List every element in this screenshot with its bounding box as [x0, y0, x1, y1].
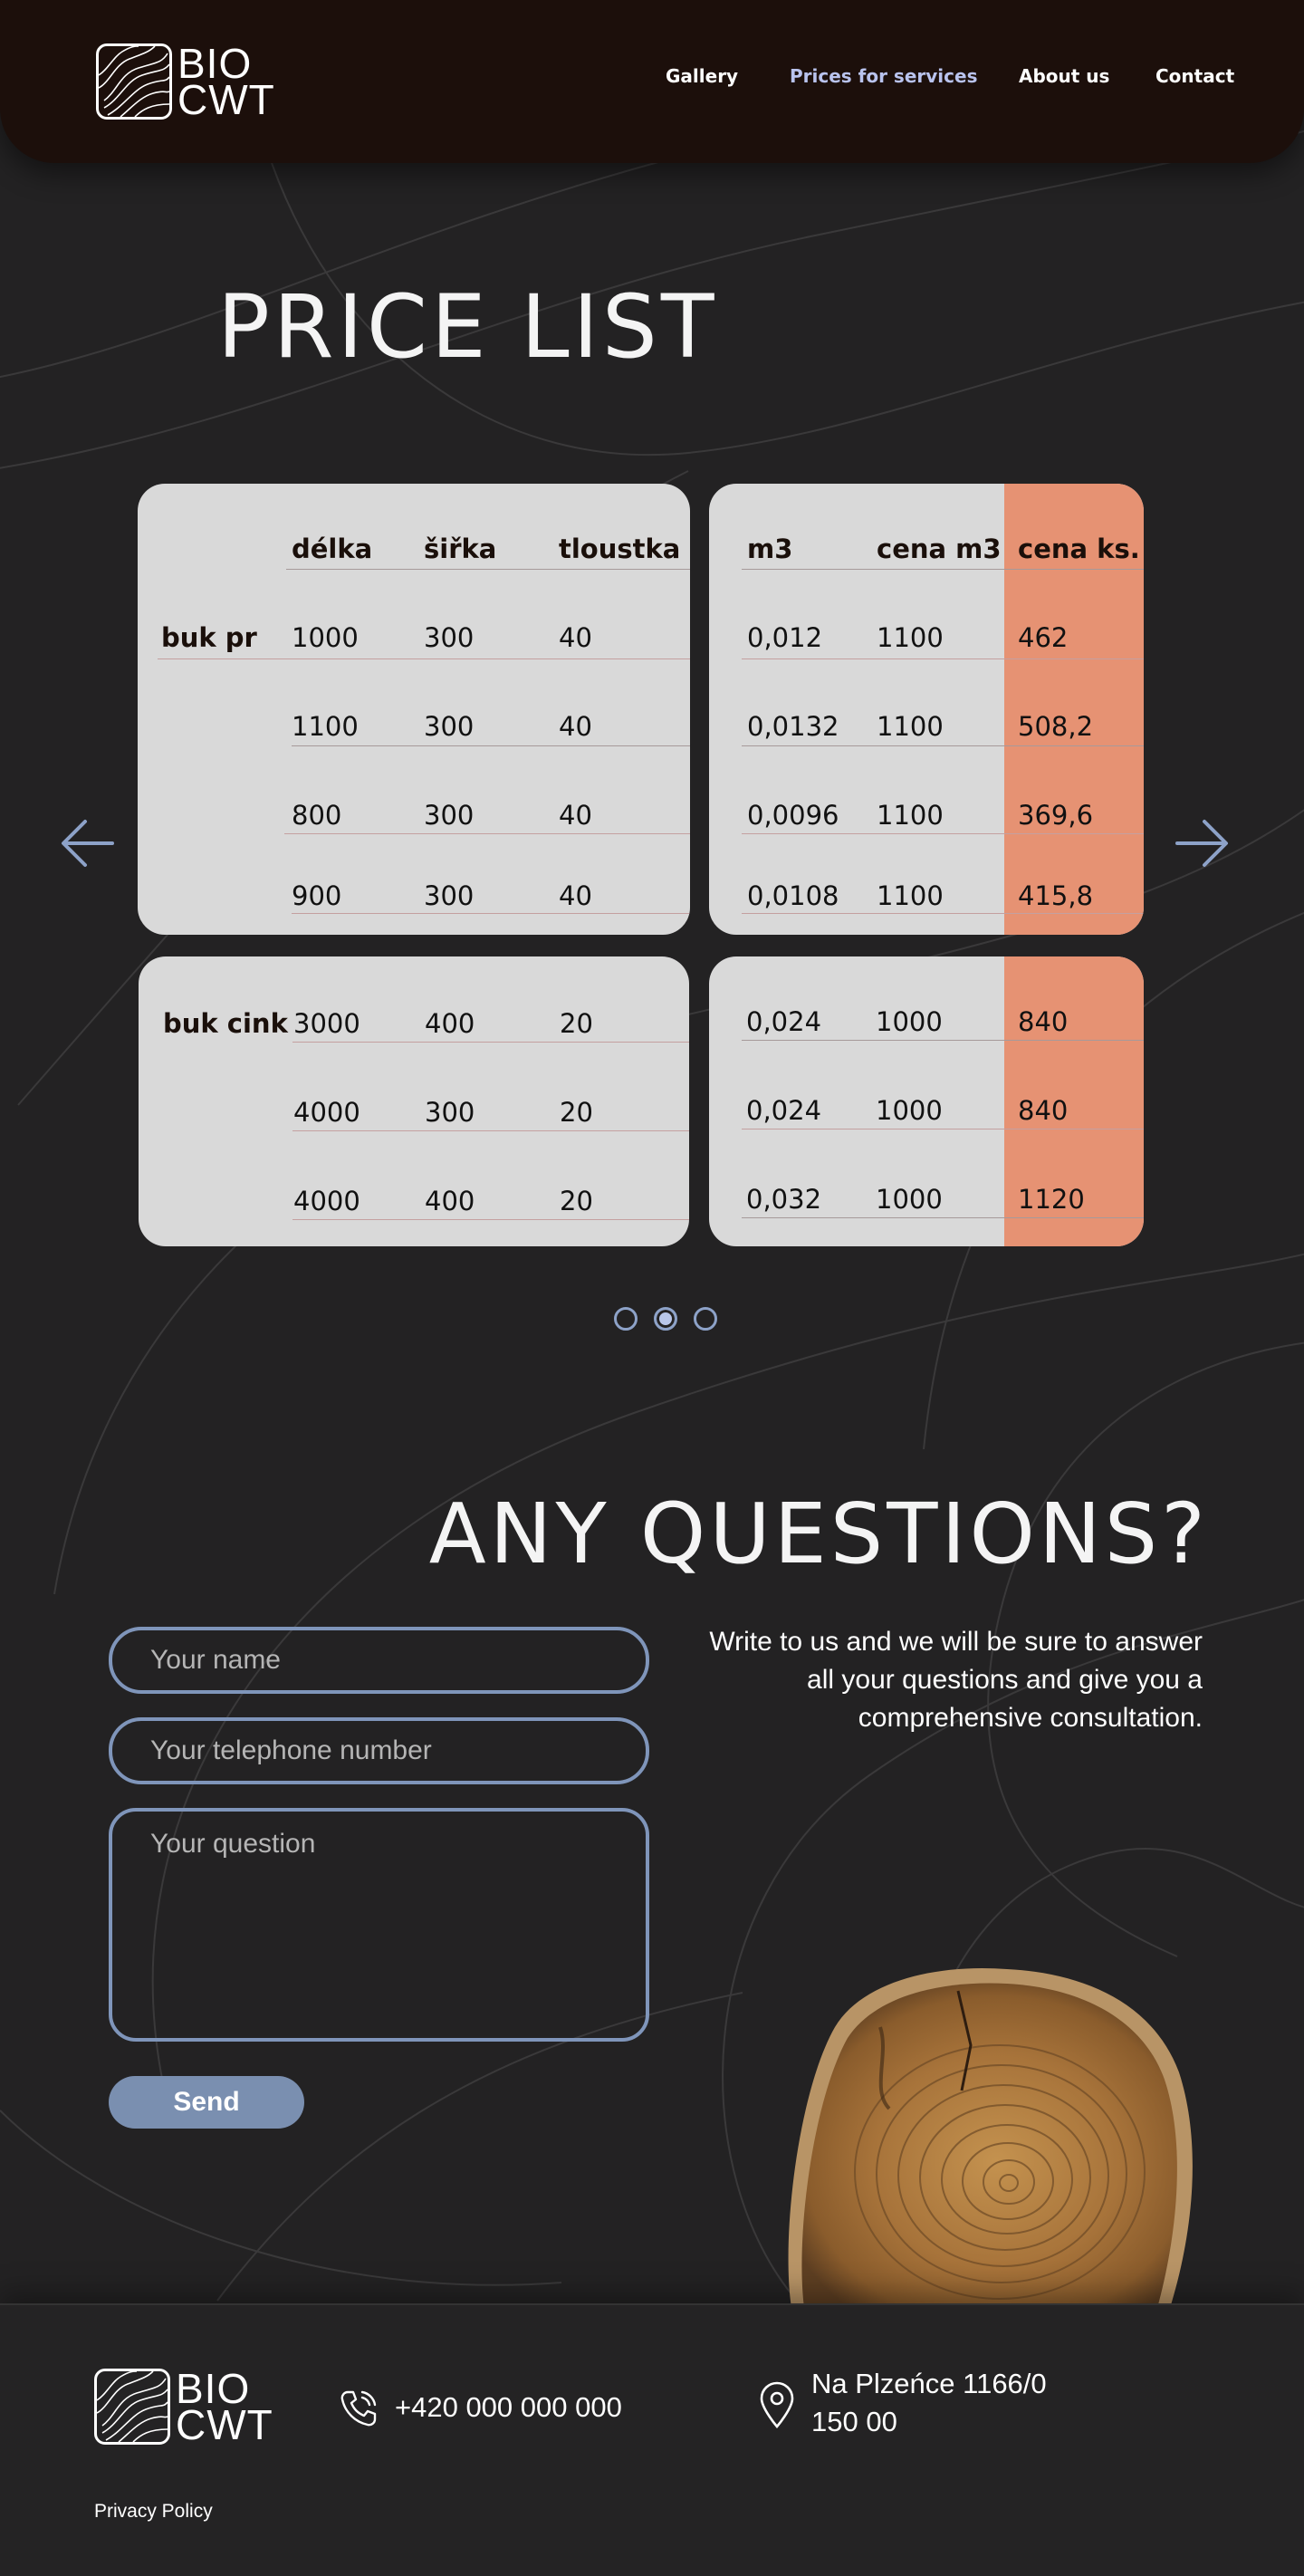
table-cell: 0,0108	[747, 880, 839, 911]
table-cell: 0,012	[747, 622, 823, 653]
table-cell: 840	[1018, 1095, 1069, 1126]
table-cell: 0,0132	[747, 711, 839, 742]
price-card-buk-pr-prices: m3 cena m3 cena ks. 0,012 1100 462 0,013…	[709, 484, 1144, 935]
carousel-dot-1[interactable]	[614, 1307, 638, 1331]
table-cell: 300	[424, 800, 475, 831]
table-cell: 1100	[877, 880, 944, 911]
carousel-dot-3[interactable]	[694, 1307, 717, 1331]
table-cell: 300	[424, 880, 475, 911]
header-m3: m3	[747, 533, 793, 564]
table-cell: 0,032	[746, 1184, 822, 1215]
table-cell: 1000	[876, 1095, 943, 1126]
table-cell: 0,024	[746, 1006, 822, 1037]
table-cell: 508,2	[1018, 711, 1094, 742]
table-cell: 1000	[876, 1184, 943, 1215]
table-cell: 20	[560, 1186, 593, 1216]
name-input[interactable]: Your name	[109, 1627, 649, 1694]
nav-about-us[interactable]: About us	[1019, 65, 1109, 87]
telephone-input[interactable]: Your telephone number	[109, 1717, 649, 1784]
page-title: PRICE LIST	[217, 276, 718, 378]
site-footer: BIO CWT +420 000 000 000 Na Plzeńce 1166…	[0, 2303, 1304, 2576]
table-cell: 415,8	[1018, 880, 1094, 911]
table-cell: 1120	[1018, 1184, 1085, 1215]
header-tloustka: tloustka	[559, 533, 681, 564]
carousel-dot-2[interactable]	[654, 1307, 677, 1331]
table-cell: 1000	[876, 1006, 943, 1037]
table-cell: 800	[292, 800, 342, 831]
arrow-left-icon[interactable]	[60, 818, 116, 869]
table-cell: 400	[425, 1186, 475, 1216]
logo-text: BIO CWT	[177, 40, 275, 123]
table-cell: 300	[424, 622, 475, 653]
footer-phone[interactable]: +420 000 000 000	[395, 2391, 622, 2424]
table-cell: 900	[292, 880, 342, 911]
table-cell: 369,6	[1018, 800, 1094, 831]
table-cell: 20	[560, 1008, 593, 1039]
table-cell: 4000	[293, 1186, 360, 1216]
site-header: BIO CWT Gallery Prices for services Abou…	[0, 0, 1304, 163]
nav-contact[interactable]: Contact	[1155, 65, 1234, 87]
table-cell: 1100	[877, 800, 944, 831]
header-cena-m3: cena m3	[877, 533, 1002, 564]
carousel-dots	[614, 1307, 717, 1331]
footer-logo-link[interactable]: BIO CWT	[94, 2365, 273, 2448]
header-delka: délka	[292, 533, 373, 564]
logo-mark-icon	[96, 43, 172, 120]
send-button[interactable]: Send	[109, 2076, 304, 2129]
phone-icon	[340, 2390, 377, 2427]
header-cena-ks: cena ks.	[1018, 533, 1140, 564]
header-sirka: šiřka	[424, 533, 497, 564]
questions-description: Write to us and we will be sure to answe…	[709, 1627, 1203, 1733]
logo-mark-icon	[94, 2369, 170, 2445]
arrow-right-icon[interactable]	[1174, 818, 1230, 869]
privacy-policy-link[interactable]: Privacy Policy	[94, 2501, 213, 2523]
table-cell: 300	[424, 711, 475, 742]
price-card-buk-cink-dimensions: buk cink 3000 400 20 4000 300 20 4000 40…	[139, 956, 689, 1246]
table-cell: 840	[1018, 1006, 1069, 1037]
group-name-buk-pr: buk pr	[161, 622, 257, 653]
table-cell: 1100	[292, 711, 359, 742]
logo-text: BIO CWT	[176, 2365, 273, 2448]
group-name-buk-cink: buk cink	[163, 1008, 288, 1039]
price-card-buk-cink-prices: 0,024 1000 840 0,024 1000 840 0,032 1000…	[709, 956, 1144, 1246]
footer-address: Na Plzeńce 1166/0 150 00	[811, 2368, 1047, 2437]
table-cell: 20	[560, 1097, 593, 1128]
table-cell: 40	[559, 622, 592, 653]
table-cell: 400	[425, 1008, 475, 1039]
table-cell: 1000	[292, 622, 359, 653]
logo-link[interactable]: BIO CWT	[96, 43, 275, 120]
price-card-buk-pr-dimensions: délka šiřka tloustka buk pr 1000 300 40 …	[138, 484, 690, 935]
table-cell: 1100	[877, 711, 944, 742]
table-cell: 4000	[293, 1097, 360, 1128]
table-cell: 0,024	[746, 1095, 822, 1126]
question-textarea[interactable]: Your question	[109, 1808, 649, 2042]
table-cell: 40	[559, 711, 592, 742]
questions-title: ANY QUESTIONS?	[428, 1485, 1209, 1582]
table-cell: 40	[559, 800, 592, 831]
nav-gallery[interactable]: Gallery	[666, 65, 738, 87]
table-cell: 300	[425, 1097, 475, 1128]
table-cell: 462	[1018, 622, 1069, 653]
table-cell: 40	[559, 880, 592, 911]
table-cell: 1100	[877, 622, 944, 653]
table-cell: 0,0096	[747, 800, 839, 831]
table-cell: 3000	[293, 1008, 360, 1039]
nav-prices-for-services[interactable]: Prices for services	[790, 65, 977, 87]
wood-slice-image	[788, 1967, 1193, 2308]
location-pin-icon	[760, 2381, 794, 2428]
